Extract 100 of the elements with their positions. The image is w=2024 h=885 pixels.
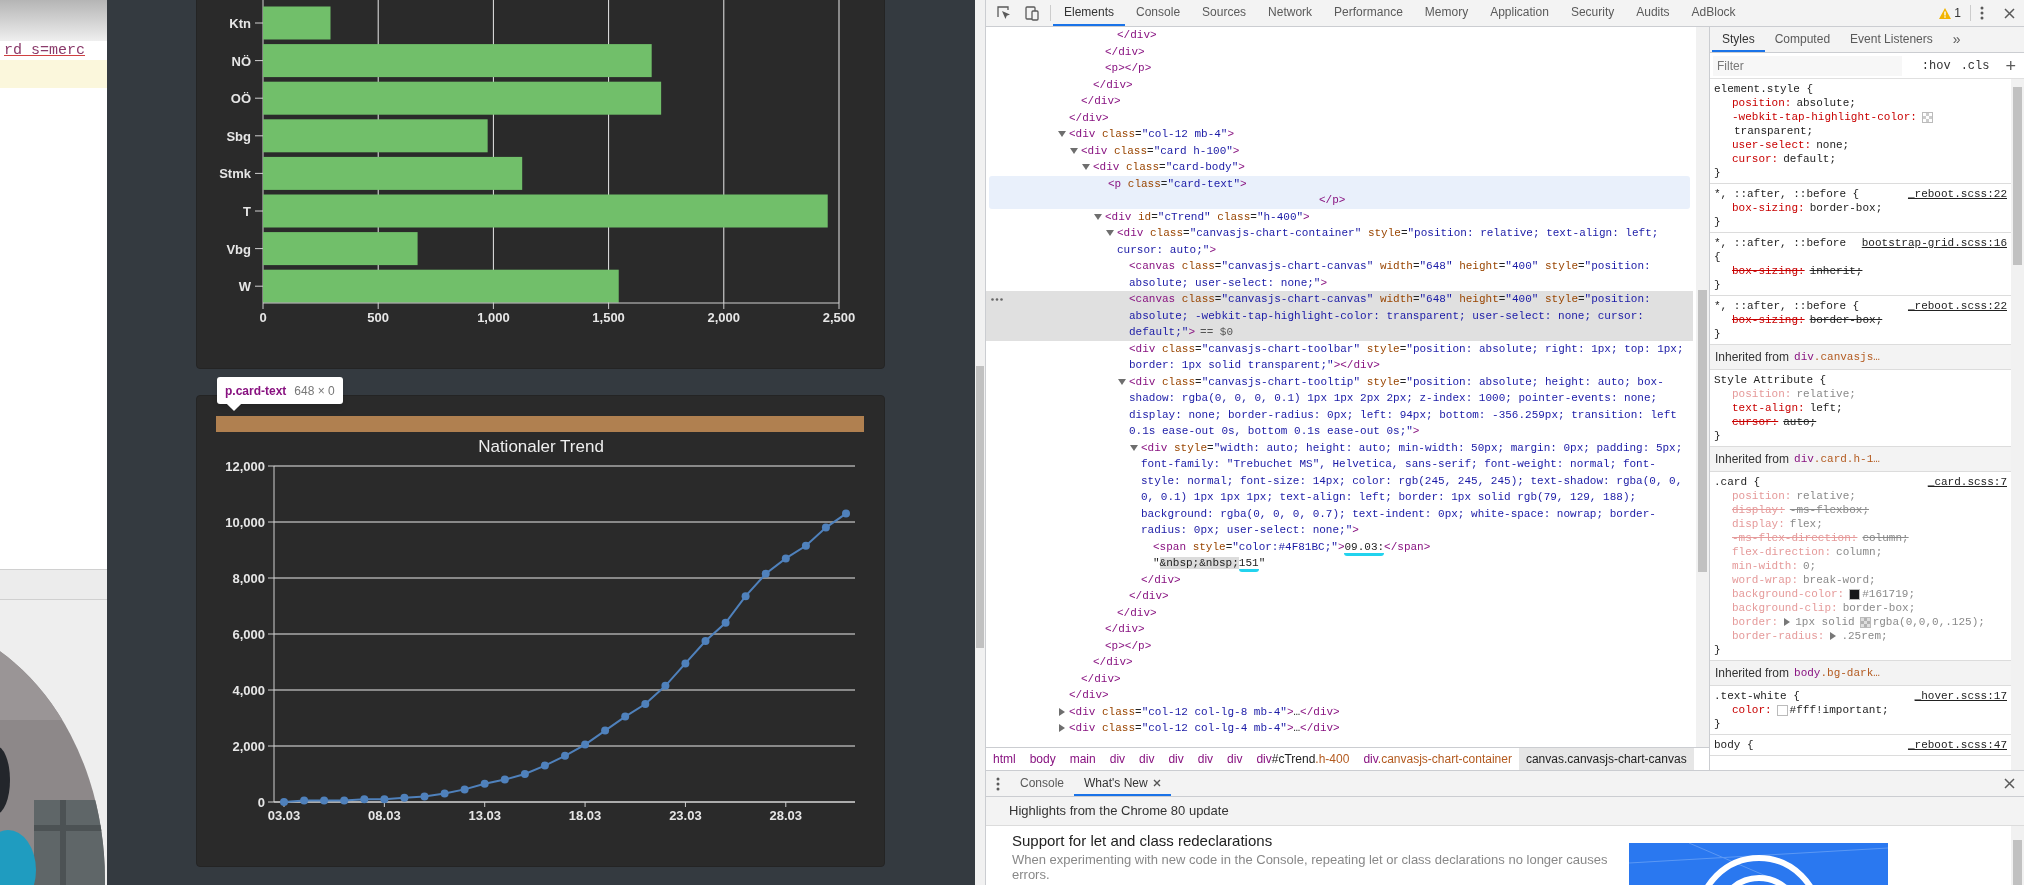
dom-node-text[interactable]: </div> bbox=[1081, 670, 1121, 687]
source-link[interactable]: _reboot.scss:22 bbox=[1907, 187, 2007, 201]
property-name[interactable]: -webkit-tap-highlight-color: bbox=[1732, 110, 1917, 124]
color-swatch[interactable] bbox=[1776, 704, 1788, 716]
breadcrumb[interactable]: div bbox=[1190, 748, 1221, 770]
property-name[interactable]: cursor: bbox=[1732, 415, 1779, 429]
property-name[interactable]: user-select: bbox=[1732, 138, 1812, 152]
property-name[interactable]: box-sizing: bbox=[1732, 313, 1805, 327]
inherited-element-link[interactable]: div.canvasjs… bbox=[1794, 350, 1880, 364]
source-link[interactable]: _reboot.scss:22 bbox=[1907, 299, 2007, 313]
scrollbar-thumb[interactable] bbox=[2013, 87, 2022, 265]
close-icon[interactable] bbox=[2004, 7, 2015, 19]
panel-tab[interactable]: Network bbox=[1257, 0, 1324, 26]
dom-node-text[interactable]: <p></p> bbox=[1105, 60, 1693, 77]
disclosure-triangle-icon[interactable] bbox=[1070, 146, 1078, 155]
device-toolbar-icon[interactable] bbox=[1024, 5, 1040, 21]
dom-node-text[interactable]: </div> bbox=[1081, 93, 1121, 110]
dom-node-text[interactable]: <div id="cTrend" class="h-400"> bbox=[1105, 208, 1693, 225]
panel-tab[interactable]: Elements bbox=[1053, 0, 1126, 26]
close-icon[interactable] bbox=[1152, 778, 1161, 787]
panel-tab[interactable]: Sources bbox=[1191, 0, 1258, 26]
filter-field[interactable]: Filter bbox=[1713, 55, 1902, 76]
dom-node-text[interactable]: <div class="col-12 col-lg-8 mb-4">…</div> bbox=[1069, 703, 1693, 720]
hover-state-button[interactable]: :hov bbox=[1921, 56, 1951, 75]
drawer-tab[interactable]: Console bbox=[1010, 771, 1075, 796]
dom-node-text[interactable]: <div class="canvasjs-chart-tooltip" style="position: absolute; height: auto; box-shadow: rgba(0, 0, 0, 0.1) 1px 1px 2px 2px; z-index: 1000; pointer-events: none; display: none; border-radius: 0px; left: 94px; bottom: -356.259px; transition: left 0.1s ease-out 0s, bottom 0.1s ease-out 0s;"> bbox=[1129, 373, 1693, 440]
breadcrumb[interactable]: div bbox=[1102, 748, 1133, 770]
close-icon[interactable] bbox=[2004, 778, 2015, 789]
scrollbar-thumb[interactable] bbox=[1698, 290, 1707, 572]
dom-node-text[interactable]: <div class="card-body"> bbox=[1093, 159, 1693, 176]
dom-node-text[interactable]: <div class="canvasjs-chart-container" style="position: relative; text-align: left; cursor: auto;"> bbox=[1117, 225, 1693, 258]
dom-node-text[interactable]: <div class="col-12 mb-4"> bbox=[1069, 126, 1693, 143]
dom-node-text[interactable]: <div class="col-12 col-lg-4 mb-4">…</div> bbox=[1069, 720, 1693, 737]
more-options-icon[interactable] bbox=[991, 298, 1003, 301]
disclosure-triangle-icon[interactable] bbox=[1058, 130, 1066, 138]
new-rule-button[interactable]: + bbox=[2005, 56, 2016, 75]
dom-node-text[interactable]: <canvas class="canvasjs-chart-canvas" width="648" height="400" style="position: absolute; user-select: none;"> bbox=[1129, 258, 1693, 291]
color-swatch[interactable] bbox=[1921, 111, 1933, 123]
dom-node-text[interactable]: <p></p> bbox=[1105, 637, 1693, 654]
dom-node-text[interactable]: <div class="canvasjs-chart-toolbar" style="position: absolute; right: 1px; top: 1px; border: 1px solid transparent;"></div> bbox=[1129, 340, 1693, 374]
source-link[interactable]: bootstrap-grid.scss:16 bbox=[1861, 236, 2007, 250]
breadcrumb[interactable]: div#cTrend.h-400 bbox=[1249, 748, 1357, 770]
property-name[interactable]: text-align: bbox=[1732, 401, 1805, 415]
dom-node-text[interactable]: <div style="width: auto; height: auto; min-width: 50px; margin: 0px; padding: 5px; font-family: "Trebuchet MS", Helvetica, sans-serif; font-weight: normal; font-style: normal; font-size: 14px; color: rgb(245, 245, 245); text-shadow: rgba(0, 0, 0, 0.1) 1px 1px 1px; text-align: left; border: 1px solid rgb(79, 129, 188); background: rgba(0, 0, 0, 0.7); text-indent: 0px; white-space: nowrap; border-radius: 0px; user-select: none;"> bbox=[1141, 439, 1693, 539]
breadcrumb[interactable]: canvas.canvasjs-chart-canvas bbox=[1518, 748, 1694, 770]
pane-tab[interactable]: Event Listeners bbox=[1840, 27, 1943, 52]
breadcrumb[interactable]: body bbox=[1022, 748, 1063, 770]
dom-node-text[interactable]: <p class="card-text"> bbox=[1108, 175, 1690, 192]
property-name[interactable]: box-sizing: bbox=[1732, 201, 1805, 215]
dom-node-text[interactable]: </div> bbox=[1141, 571, 1181, 588]
breadcrumb[interactable]: main bbox=[1062, 748, 1103, 770]
panel-tab[interactable]: Application bbox=[1479, 0, 1560, 26]
disclosure-triangle-icon[interactable] bbox=[1058, 724, 1066, 732]
dom-node-text[interactable]: </div> bbox=[1093, 76, 1133, 93]
selected-node-row[interactable]: <canvas class="canvasjs-chart-canvas" width="648" height="400" style="position: absolute; -webkit-tap-highlight-color: transparent; user-select: none; cursor: default;"> == $0 bbox=[986, 291, 1693, 341]
breadcrumb[interactable]: div bbox=[1132, 748, 1162, 770]
dom-node-text[interactable]: </div> bbox=[1105, 43, 1145, 60]
pane-tab[interactable]: Styles bbox=[1712, 27, 1765, 52]
dom-node-text[interactable]: <canvas class="canvasjs-chart-canvas" width="648" height="400" style="position: absolute; -webkit-tap-highlight-color: transparent; user-select: none; cursor: default;"> == $0 bbox=[1129, 291, 1693, 341]
disclosure-triangle-icon[interactable] bbox=[1058, 707, 1066, 716]
pane-tab[interactable]: Computed bbox=[1764, 27, 1841, 52]
dom-node-text[interactable]: </div> bbox=[1069, 687, 1109, 704]
disclosure-triangle-icon[interactable] bbox=[1094, 212, 1102, 221]
property-name[interactable]: box-sizing: bbox=[1732, 264, 1805, 278]
inherited-element-link[interactable]: div.card.h-1… bbox=[1794, 452, 1880, 466]
dom-node-text[interactable]: </div> bbox=[1117, 27, 1157, 44]
panel-tab[interactable]: Console bbox=[1125, 0, 1192, 26]
panel-tab[interactable]: Security bbox=[1559, 0, 1626, 26]
dom-node-text[interactable]: </div> bbox=[1129, 588, 1169, 605]
dom-node-text[interactable]: "&nbsp;&nbsp;151" bbox=[1153, 555, 1693, 572]
inherited-element-link[interactable]: body.bg-dark… bbox=[1794, 666, 1880, 680]
disclosure-triangle-icon[interactable] bbox=[1118, 377, 1126, 386]
dom-node-text[interactable]: </div> bbox=[1093, 654, 1133, 671]
source-link[interactable]: _card.scss:7 bbox=[1927, 475, 2007, 489]
expand-arrow-icon[interactable] bbox=[1830, 632, 1837, 640]
source-link[interactable]: _hover.scss:17 bbox=[1914, 689, 2007, 703]
scrollbar-thumb[interactable] bbox=[2013, 840, 2022, 885]
property-name[interactable]: cursor: bbox=[1732, 152, 1779, 166]
more-options-icon[interactable] bbox=[996, 776, 1000, 791]
dom-node-text[interactable]: <span style="color:#4F81BC;">09.03:</span> bbox=[1153, 538, 1693, 555]
dom-node-text[interactable]: </p> bbox=[1319, 192, 1346, 209]
panel-tab[interactable]: AdBlock bbox=[1680, 0, 1747, 26]
disclosure-triangle-icon[interactable] bbox=[1106, 229, 1114, 237]
dom-node-text[interactable]: </div> bbox=[1117, 604, 1157, 621]
inspect-element-icon[interactable] bbox=[996, 5, 1012, 21]
scrollbar-thumb[interactable] bbox=[976, 366, 984, 648]
color-swatch[interactable] bbox=[1859, 616, 1871, 628]
class-toggle-button[interactable]: .cls bbox=[1960, 56, 1990, 75]
color-swatch[interactable] bbox=[1849, 588, 1861, 600]
breadcrumb[interactable]: html bbox=[986, 748, 1023, 770]
panel-tab[interactable]: Performance bbox=[1323, 0, 1414, 26]
disclosure-triangle-icon[interactable] bbox=[1130, 443, 1138, 452]
panel-tab[interactable]: Memory bbox=[1413, 0, 1480, 26]
panel-tab[interactable]: Audits bbox=[1625, 0, 1681, 26]
property-name[interactable]: color: bbox=[1732, 703, 1772, 717]
disclosure-triangle-icon[interactable] bbox=[1082, 163, 1090, 171]
more-tabs-button[interactable]: » bbox=[1942, 27, 1971, 52]
breadcrumb[interactable]: div bbox=[1220, 748, 1250, 770]
more-options-icon[interactable] bbox=[1980, 6, 1984, 20]
property-name[interactable]: position: bbox=[1732, 96, 1792, 110]
